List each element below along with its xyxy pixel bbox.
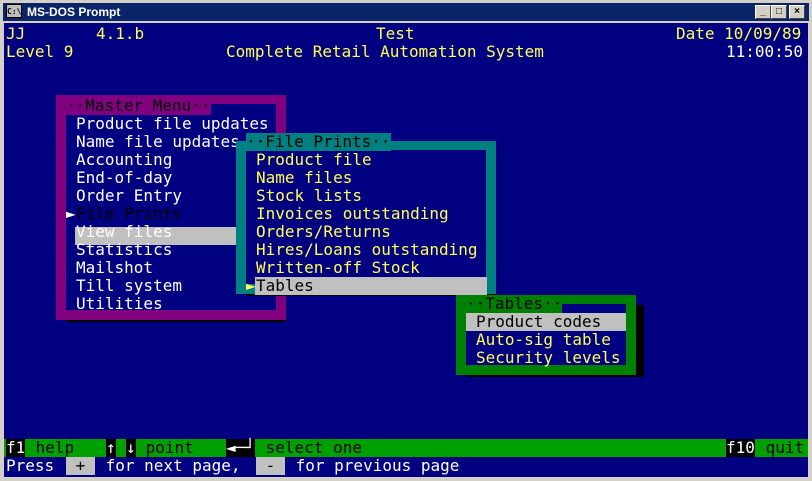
menu-item-statistics[interactable]: Statistics [76, 241, 172, 259]
master-menu-title: ··Master Menu·· [66, 96, 211, 115]
menu-item-stock-lists[interactable]: Stock lists [256, 187, 362, 205]
down-arrow-icon[interactable]: ↓ [126, 439, 136, 457]
level-label: Level 9 [6, 42, 74, 61]
time-display: 11:00:50 [726, 42, 804, 61]
f1-help-label: help [26, 438, 75, 457]
msdos-icon[interactable]: C:\ [6, 4, 22, 18]
dos-screen[interactable]: JJ 4.1.b Test Date 10/09/89 Level 9 Comp… [4, 23, 808, 477]
minimize-button[interactable]: _ [755, 5, 771, 19]
selection-pointer-icon: ► [246, 276, 256, 295]
user-initials: JJ [6, 24, 26, 43]
point-label: point [136, 438, 194, 457]
menu-item-mailshot[interactable]: Mailshot [76, 259, 153, 277]
menu-item-order-entry[interactable]: Order Entry [76, 187, 182, 205]
menu-item-orders-returns[interactable]: Orders/Returns [256, 223, 391, 241]
previous-page-label: for previous page [286, 456, 460, 475]
version-number: 4.1.b [96, 24, 145, 43]
press-label: Press [6, 456, 55, 475]
menu-item-accounting[interactable]: Accounting [76, 151, 172, 169]
dos-window: C:\ MS-DOS Prompt _ □ × JJ 4.1.b Test Da… [0, 0, 812, 481]
plus-key[interactable]: + [66, 457, 95, 475]
status-bar [4, 439, 808, 457]
select-one-label: select one [256, 438, 362, 457]
menu-item-name-file-updates[interactable]: Name file updates [76, 133, 240, 151]
menu-item-auto-sig-table[interactable]: Auto-sig table [476, 331, 611, 349]
close-button[interactable]: × [789, 5, 805, 19]
menu-item-view-files[interactable]: View files [76, 223, 172, 241]
file-prints-title: ··File Prints·· [246, 132, 391, 151]
selection-pointer-icon: ► [66, 204, 76, 223]
f10-key[interactable]: f10 [726, 439, 755, 457]
menu-item-tables[interactable]: Tables [256, 277, 314, 295]
up-arrow-icon[interactable]: ↑ [106, 439, 116, 457]
f1-key[interactable]: f1 [6, 439, 26, 457]
minus-key[interactable]: - [256, 457, 285, 475]
menu-item-file-prints[interactable]: File Prints [76, 205, 182, 223]
menu-item-written-off-stock[interactable]: Written-off Stock [256, 259, 420, 277]
system-name: Complete Retail Automation System [226, 42, 544, 61]
window-title: MS-DOS Prompt [27, 5, 121, 19]
menu-item-invoices-outstanding[interactable]: Invoices outstanding [256, 205, 449, 223]
menu-item-product-codes[interactable]: Product codes [476, 313, 601, 331]
menu-item-utilities[interactable]: Utilities [76, 295, 163, 313]
next-page-label: for next page, [96, 456, 241, 475]
title-bar[interactable]: C:\ MS-DOS Prompt _ □ × [3, 3, 809, 21]
maximize-button[interactable]: □ [771, 5, 787, 19]
enter-key-icon[interactable]: ◄─┘ [226, 439, 255, 457]
menu-item-name-files[interactable]: Name files [256, 169, 352, 187]
menu-item-till-system[interactable]: Till system [76, 277, 182, 295]
menu-item-product-file-updates[interactable]: Product file updates [76, 115, 269, 133]
menu-item-security-levels[interactable]: Security levels [476, 349, 621, 367]
mode-label: Test [376, 24, 415, 43]
menu-item-hires-loans-outstanding[interactable]: Hires/Loans outstanding [256, 241, 478, 259]
menu-item-end-of-day[interactable]: End-of-day [76, 169, 172, 187]
tables-title: ··Tables·· [466, 294, 563, 313]
f10-quit-label: quit [756, 438, 805, 457]
date-display: Date 10/09/89 [676, 24, 802, 43]
menu-item-product-file[interactable]: Product file [256, 151, 372, 169]
